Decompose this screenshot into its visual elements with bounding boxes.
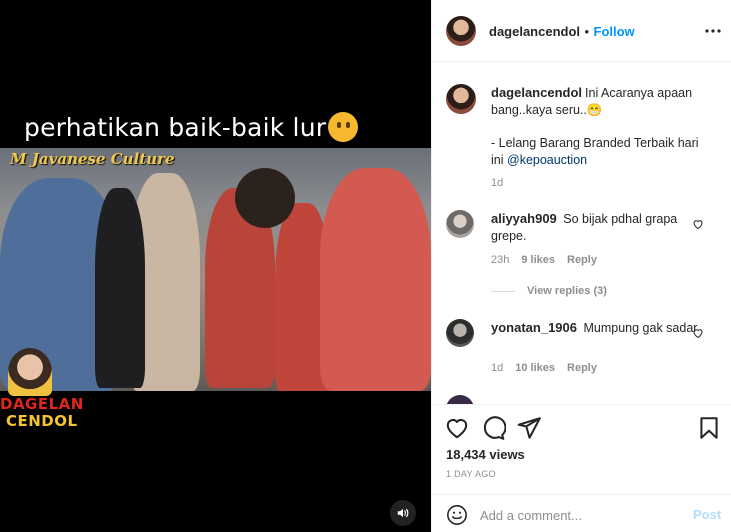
instagram-post-modal: perhatikan baik-baik lur M Javanese Cult… [0, 0, 731, 532]
comment-time[interactable]: 1d [491, 362, 503, 374]
figure-head [235, 168, 295, 228]
view-replies-line [491, 290, 515, 292]
comment-yonatan: yonatan_1906 Mumpung gak sadar [491, 319, 706, 337]
view-replies-label: View replies (3) [527, 285, 607, 297]
comment-avatar-yonatan[interactable] [446, 319, 474, 347]
comment-aliyyah: aliyyah909 So bijak pdhal grapa grepe. [491, 210, 706, 245]
comment-time[interactable]: 23h [491, 254, 509, 266]
like-comment-heart-icon[interactable] [692, 218, 704, 230]
comment-avatar-partial[interactable] [446, 395, 474, 404]
reply-button[interactable]: Reply [567, 254, 597, 266]
caption-username[interactable]: dagelancendol [491, 85, 582, 100]
caption-meta: 1d [491, 177, 503, 189]
save-bookmark-icon[interactable] [696, 415, 722, 441]
header-separator: • [584, 24, 590, 39]
volume-button[interactable] [390, 500, 416, 526]
follow-button[interactable]: Follow [594, 24, 635, 39]
thinking-face-emoji [328, 112, 359, 142]
comment-text: Mumpung gak sadar [583, 321, 698, 335]
caption-mention-link[interactable]: @kepoauction [507, 153, 587, 167]
post-header: dagelancendol • Follow [432, 0, 731, 62]
caption-avatar[interactable] [446, 84, 476, 114]
caption-time[interactable]: 1d [491, 177, 503, 189]
video-frame: M Javanese Culture [0, 148, 431, 391]
more-horizontal-icon [705, 29, 721, 33]
speaker-icon [397, 508, 409, 518]
like-comment-heart-icon[interactable] [692, 327, 704, 339]
comment-meta: 23h 9 likes Reply [491, 254, 597, 266]
channel-logo-image [8, 348, 52, 396]
video-caption: perhatikan baik-baik lur [24, 112, 359, 142]
header-username[interactable]: dagelancendol [489, 24, 580, 39]
caption-comment: dagelancendol Ini Acaranya apaan bang..ka… [491, 84, 706, 169]
view-replies-button[interactable]: View replies (3) [491, 285, 607, 297]
logo-line-2: CENDOL [6, 412, 78, 430]
comment-bubble-icon[interactable] [480, 415, 506, 441]
more-options-button[interactable] [704, 22, 722, 40]
reply-button[interactable]: Reply [567, 362, 597, 374]
comment-username[interactable]: aliyyah909 [491, 211, 557, 226]
post-side-panel: dagelancendol • Follow dagelancendol Ini … [431, 0, 731, 532]
logo-line-1: DAGELAN [0, 395, 84, 413]
emoji-smiley-icon[interactable] [446, 504, 468, 526]
comment-input[interactable] [480, 503, 680, 527]
post-actions: 18,434 views 1 DAY AGO [432, 404, 731, 494]
header-avatar[interactable] [446, 16, 476, 46]
post-comment-button[interactable]: Post [693, 507, 721, 522]
header-user-row: dagelancendol • Follow [489, 23, 635, 41]
comment-username[interactable]: yonatan_1906 [491, 320, 577, 335]
comment-meta: 1d 10 likes Reply [491, 362, 597, 374]
comment-avatar-aliyyah[interactable] [446, 210, 474, 238]
comment-likes[interactable]: 10 likes [515, 362, 555, 374]
video-player[interactable]: perhatikan baik-baik lur M Javanese Cult… [0, 0, 431, 532]
figure-dark-shirt [95, 188, 145, 388]
view-count[interactable]: 18,434 views [446, 447, 525, 462]
comment-likes[interactable]: 9 likes [521, 254, 555, 266]
figure-red-shirt [320, 168, 431, 391]
post-timestamp[interactable]: 1 DAY AGO [446, 469, 496, 479]
channel-logo-text: DAGELAN CENDOL [0, 396, 84, 430]
video-caption-text: perhatikan baik-baik lur [24, 113, 327, 142]
video-watermark: M Javanese Culture [10, 150, 175, 168]
share-paper-plane-icon[interactable] [516, 415, 542, 441]
like-heart-icon[interactable] [444, 415, 470, 441]
comments-list[interactable]: dagelancendol Ini Acaranya apaan bang..ka… [432, 62, 731, 404]
add-comment-bar: Post [432, 494, 731, 532]
